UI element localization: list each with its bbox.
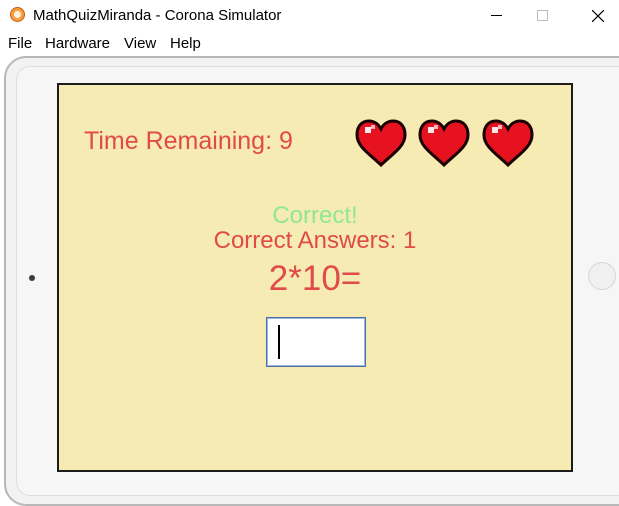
menu-bar: File Hardware View Help (0, 32, 619, 54)
menu-hardware[interactable]: Hardware (45, 35, 110, 52)
title-bar: MathQuizMiranda - Corona Simulator (0, 0, 619, 31)
home-button[interactable] (588, 262, 616, 290)
question-text: 2*10= (268, 259, 362, 298)
correct-answers-label: Correct Answers: 1 (213, 227, 417, 254)
feedback-message: Correct! (272, 202, 358, 229)
heart-icon (418, 115, 470, 167)
answer-input[interactable] (266, 317, 366, 367)
maximize-button[interactable] (519, 0, 565, 31)
game-screen: Time Remaining: 9 Correct! Correct Answe… (57, 83, 573, 472)
maximize-icon (536, 10, 548, 21)
menu-view[interactable]: View (124, 35, 156, 52)
close-button[interactable] (575, 0, 619, 31)
heart-icon (355, 115, 407, 167)
time-remaining-label: Time Remaining: 9 (84, 127, 293, 155)
corona-simulator-icon (10, 7, 25, 22)
close-icon (592, 9, 604, 22)
heart-icon (482, 115, 534, 167)
minimize-button[interactable] (473, 0, 519, 31)
menu-file[interactable]: File (8, 35, 32, 52)
menu-help[interactable]: Help (170, 35, 201, 52)
minimize-icon (490, 15, 502, 16)
text-caret (278, 325, 280, 359)
camera-dot (29, 275, 35, 281)
window-title: MathQuizMiranda - Corona Simulator (33, 7, 282, 24)
